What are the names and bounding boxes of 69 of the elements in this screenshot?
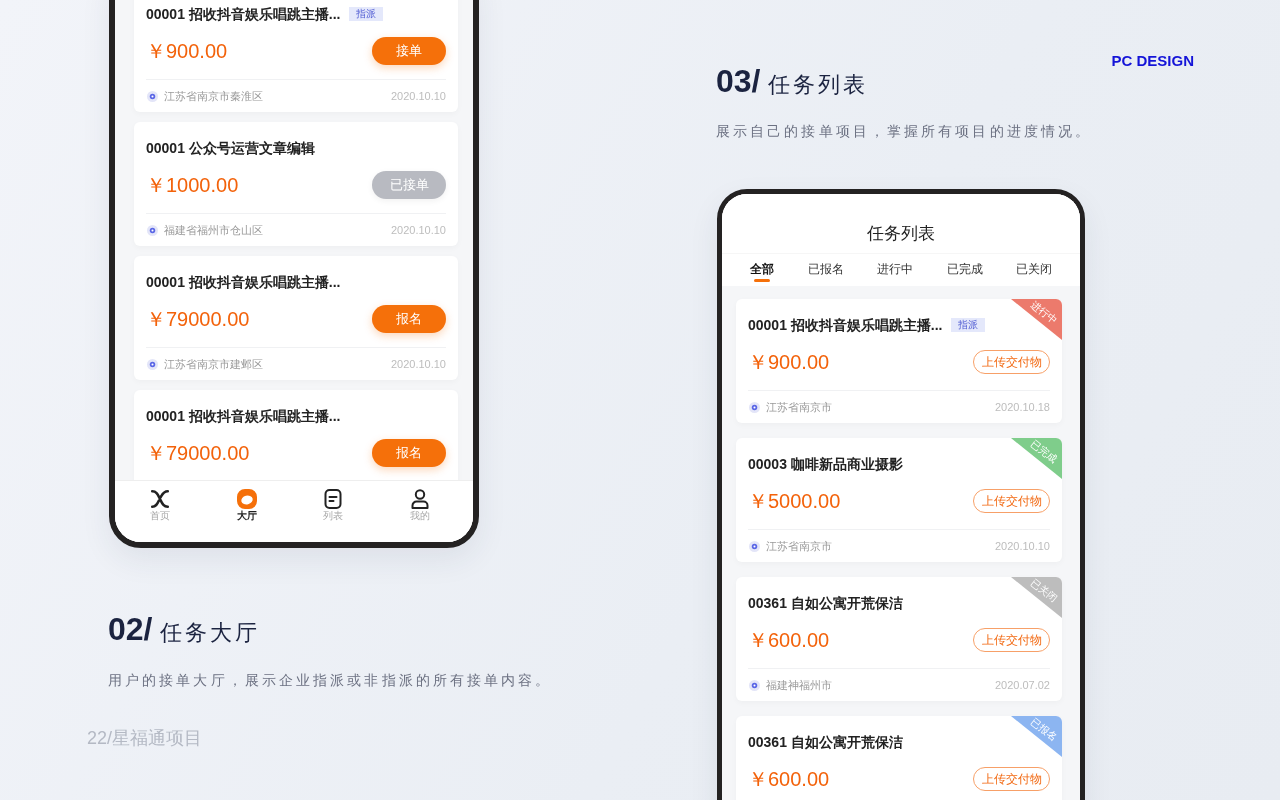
order-button[interactable]: 报名 xyxy=(372,439,446,467)
status-ribbon: 已关闭 xyxy=(1011,577,1062,618)
section-title: 任务大厅 xyxy=(160,619,261,647)
location-text: 江苏省南京市 xyxy=(766,399,832,415)
location-text: 江苏省南京市建邺区 xyxy=(164,356,263,372)
task-price: ￥900.00 xyxy=(146,39,228,63)
document-icon xyxy=(323,489,344,509)
task-title: 00361 自如公寓开荒保洁 xyxy=(748,594,903,612)
location-text: 福建省福州市仓山区 xyxy=(164,222,263,238)
filter-tab[interactable]: 进行中 xyxy=(877,254,913,286)
task-title: 00001 公众号运营文章编辑 xyxy=(146,139,315,157)
location-text: 江苏省南京市 xyxy=(766,538,832,554)
page-title: 任务列表 xyxy=(866,223,936,245)
location-pin-icon xyxy=(749,401,760,413)
project-label: 22/星福通项目 xyxy=(87,727,203,750)
section-title: 任务列表 xyxy=(768,71,869,99)
task-price: ￥5000.00 xyxy=(748,489,841,513)
task-title: 00361 自如公寓开荒保洁 xyxy=(748,733,903,751)
task-title: 00001 招收抖音娱乐唱跳主播... xyxy=(146,5,341,23)
location-pin-icon xyxy=(147,224,158,236)
task-title: 00003 咖啡新品商业摄影 xyxy=(748,455,903,473)
upload-button[interactable]: 上传交付物 xyxy=(973,628,1050,652)
location-text: 福建神福州市 xyxy=(766,677,832,693)
cross-logo-icon xyxy=(150,489,171,509)
upload-button[interactable]: 上传交付物 xyxy=(973,489,1050,513)
filter-tab[interactable]: 已报名 xyxy=(807,254,844,286)
location-pin-icon xyxy=(749,679,760,691)
task-date: 2020.07.02 xyxy=(994,679,1050,691)
upload-button[interactable]: 上传交付物 xyxy=(973,767,1050,791)
assigned-tag: 指派 xyxy=(950,318,985,332)
task-date: 2020.10.18 xyxy=(994,401,1050,413)
section-number: 02/ xyxy=(108,612,153,646)
task-price: ￥79000.00 xyxy=(146,441,250,465)
task-date: 2020.10.10 xyxy=(994,540,1050,552)
location-pin-icon xyxy=(147,358,158,370)
location-pin-icon xyxy=(749,540,760,552)
tab-bar-item[interactable]: 大厅 xyxy=(203,481,290,542)
tab-bar-item[interactable]: 我的 xyxy=(376,481,463,542)
location-text: 江苏省南京市秦淮区 xyxy=(164,88,263,104)
person-icon xyxy=(409,489,430,509)
task-title: 00001 招收抖音娱乐唱跳主播... xyxy=(146,407,341,425)
status-ribbon: 进行中 xyxy=(1011,299,1062,340)
bubble-icon xyxy=(236,489,257,509)
task-price: ￥600.00 xyxy=(748,628,830,652)
task-date: 2020.10.10 xyxy=(390,358,446,370)
upload-button[interactable]: 上传交付物 xyxy=(973,350,1050,374)
assigned-tag: 指派 xyxy=(348,7,383,21)
task-price: ￥79000.00 xyxy=(146,307,250,331)
filter-tab[interactable]: 已关闭 xyxy=(1016,254,1052,286)
tab-bar-item[interactable]: 列表 xyxy=(290,481,377,542)
task-price: ￥600.00 xyxy=(748,767,830,791)
status-ribbon: 已完成 xyxy=(1011,438,1062,479)
tab-bar-item[interactable]: 首页 xyxy=(117,481,204,542)
order-button[interactable]: 接单 xyxy=(372,37,446,65)
section-description: 展示自己的接单项目，掌握所有项目的进度情况。 xyxy=(716,122,1093,141)
task-date: 2020.10.10 xyxy=(390,224,446,236)
filter-tab[interactable]: 全部 xyxy=(750,254,774,286)
task-date: 2020.10.10 xyxy=(390,90,446,102)
filter-tab[interactable]: 已完成 xyxy=(946,254,983,286)
design-label: PC DESIGN xyxy=(1111,51,1194,71)
section-number: 03/ xyxy=(716,64,761,98)
location-pin-icon xyxy=(147,90,158,102)
task-price: ￥900.00 xyxy=(748,350,830,374)
task-price: ￥1000.00 xyxy=(146,173,239,197)
status-ribbon: 已报名 xyxy=(1011,716,1062,757)
task-title: 00001 招收抖音娱乐唱跳主播... xyxy=(146,273,341,291)
order-button[interactable]: 报名 xyxy=(372,305,446,333)
task-title: 00001 招收抖音娱乐唱跳主播... xyxy=(748,316,943,334)
section-description: 用户的接单大厅，展示企业指派或非指派的所有接单内容。 xyxy=(108,671,553,690)
